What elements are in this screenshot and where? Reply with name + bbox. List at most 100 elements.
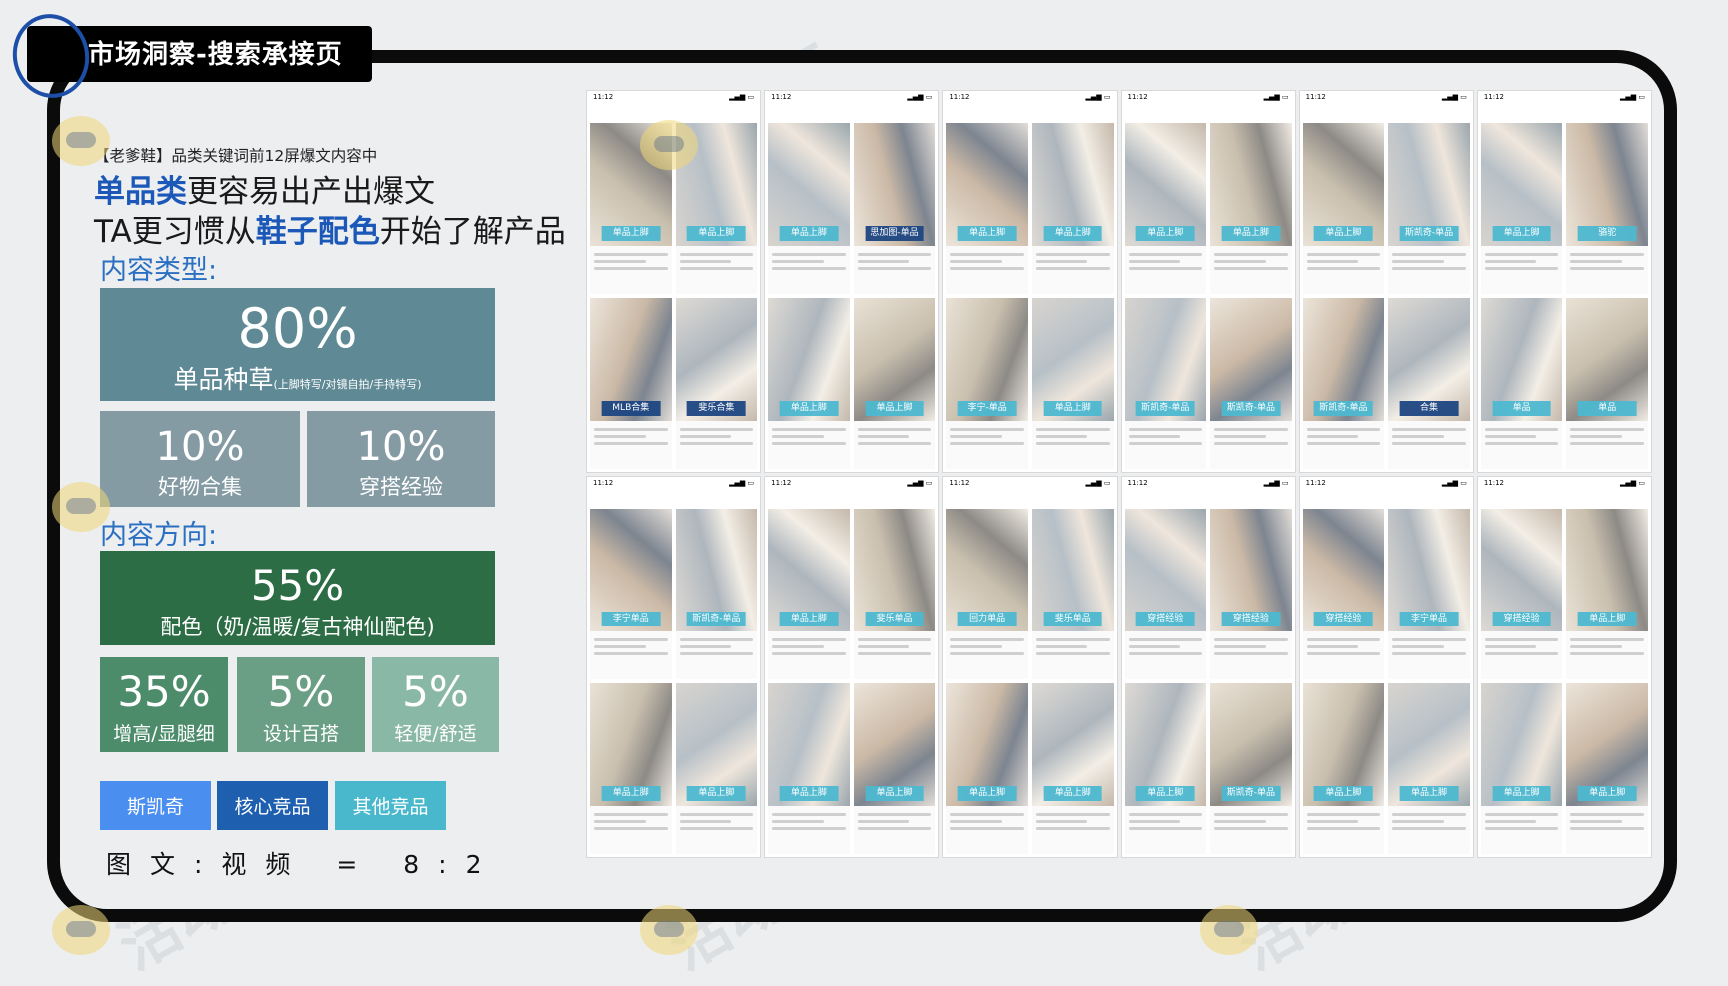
- note-card[interactable]: 单品上脚: [946, 123, 1028, 294]
- stat-percent: 80%: [237, 297, 358, 360]
- status-bar: 11:12 ▂▄▆ ▭: [1122, 91, 1295, 105]
- note-card[interactable]: 单品上脚: [1031, 683, 1114, 854]
- note-card[interactable]: 斯凯奇-单品: [1124, 297, 1207, 469]
- note-card[interactable]: 单品上脚: [590, 123, 672, 294]
- filter-tabs: [943, 105, 1116, 119]
- content-tag: 单品上脚: [957, 786, 1017, 802]
- note-card[interactable]: 斯凯奇-单品: [1388, 123, 1470, 294]
- note-card[interactable]: 单品上脚: [590, 683, 672, 854]
- content-tag: 单品上脚: [779, 611, 839, 627]
- note-feed: 单品上脚 斯凯奇-单品 斯凯奇-单品 合集: [1302, 123, 1470, 469]
- note-card[interactable]: 单品上脚: [1302, 123, 1385, 294]
- filter-tabs: [943, 491, 1116, 505]
- content-tag: 单品上脚: [601, 786, 661, 802]
- note-card[interactable]: 斯凯奇-单品: [1210, 683, 1292, 854]
- content-tag: 斯凯奇-单品: [1221, 400, 1281, 416]
- note-card[interactable]: 单品上脚: [1124, 683, 1207, 854]
- note-card[interactable]: 单品: [1480, 297, 1563, 469]
- content-tag: 单品上脚: [686, 786, 746, 802]
- note-card[interactable]: 单品: [1566, 297, 1648, 469]
- note-card[interactable]: 单品上脚: [768, 683, 850, 854]
- note-text-placeholder: [1392, 427, 1466, 449]
- note-card[interactable]: 单品上脚: [946, 683, 1028, 854]
- core-competitor-button[interactable]: 核心竞品: [217, 781, 328, 830]
- note-card[interactable]: 合集: [1388, 297, 1470, 469]
- stat-card-height: 35% 增高/显腿细: [100, 657, 228, 752]
- note-card[interactable]: 单品上脚: [1480, 123, 1563, 294]
- content-tag: 李宁-单品: [957, 400, 1017, 416]
- note-card[interactable]: 单品上脚: [853, 297, 936, 469]
- note-text-placeholder: [1214, 813, 1288, 834]
- phone-screenshot: 11:12 ▂▄▆ ▭ 单品上脚 斐乐单品 单品上脚 单品上脚: [764, 475, 940, 858]
- skechers-button[interactable]: 斯凯奇: [100, 781, 211, 830]
- note-text-placeholder: [1306, 638, 1381, 659]
- filter-tabs: [1300, 491, 1473, 505]
- note-card[interactable]: 穿搭经验: [1480, 508, 1563, 680]
- note-card[interactable]: 斯凯奇-单品: [675, 508, 758, 680]
- note-card[interactable]: 单品上脚: [1031, 297, 1114, 469]
- status-time: 11:12: [949, 93, 970, 101]
- note-card[interactable]: 单品上脚: [1124, 123, 1207, 294]
- content-tag: 斐乐单品: [865, 611, 924, 627]
- note-card[interactable]: 斯凯奇-单品: [1302, 297, 1385, 469]
- note-card[interactable]: 穿搭经验: [1302, 508, 1385, 680]
- note-feed: 回力单品 斐乐单品 单品上脚 单品上脚: [946, 508, 1114, 854]
- note-card[interactable]: 单品上脚: [853, 683, 936, 854]
- note-card[interactable]: 斐乐单品: [1031, 508, 1114, 680]
- note-card[interactable]: 穿搭经验: [1210, 508, 1292, 680]
- note-text-placeholder: [772, 427, 846, 449]
- stat-percent: 5%: [402, 667, 469, 716]
- content-tag: 单品上脚: [865, 400, 924, 416]
- status-bar: 11:12 ▂▄▆ ▭: [765, 91, 938, 105]
- content-tag: 单品上脚: [1399, 786, 1459, 802]
- note-text-placeholder: [1306, 427, 1381, 449]
- note-card[interactable]: 单品上脚: [1031, 123, 1114, 294]
- note-text-placeholder: [1035, 252, 1110, 274]
- note-card[interactable]: 李宁单品: [1388, 508, 1470, 680]
- headline-text: 开始了解产品: [379, 214, 566, 250]
- note-card[interactable]: 骆驼: [1566, 123, 1648, 294]
- note-feed: 李宁单品 斯凯奇-单品单品上脚 单品上脚: [590, 508, 758, 854]
- note-card[interactable]: 单品上脚: [768, 508, 850, 680]
- note-card[interactable]: 穿搭经验: [1124, 508, 1207, 680]
- note-card[interactable]: 单品上脚: [768, 123, 850, 294]
- note-card[interactable]: 李宁-单品: [946, 297, 1028, 469]
- note-card[interactable]: 思加图-单品: [853, 123, 936, 294]
- note-card[interactable]: 斐乐合集: [675, 297, 758, 469]
- content-tag: 斯凯奇-单品: [1314, 400, 1373, 416]
- note-card[interactable]: 单品上脚: [1566, 683, 1648, 854]
- note-card[interactable]: 斐乐单品: [853, 508, 936, 680]
- phone-screenshot: 11:12 ▂▄▆ ▭ 穿搭经验 穿搭经验 单品上脚 斯凯奇-单品: [1120, 475, 1296, 858]
- headline-text: TA更习惯从: [94, 214, 256, 250]
- note-card[interactable]: 李宁单品: [590, 508, 672, 680]
- note-text-placeholder: [1128, 427, 1203, 449]
- content-tag: 骆驼: [1577, 226, 1637, 241]
- note-card[interactable]: 单品上脚: [675, 123, 758, 294]
- status-bar: 11:12 ▂▄▆ ▭: [1122, 477, 1295, 491]
- note-card[interactable]: 斯凯奇-单品: [1210, 297, 1292, 469]
- note-card[interactable]: 回力单品: [946, 508, 1028, 680]
- stat-label: 配色（奶/温暖/复古神仙配色): [160, 615, 435, 639]
- content-type-label: 内容类型:: [100, 255, 218, 286]
- note-card[interactable]: MLB合集: [590, 297, 672, 469]
- note-feed: 穿搭经验 李宁单品 单品上脚 单品上脚: [1302, 508, 1470, 854]
- status-bar: 11:12 ▂▄▆ ▭: [1300, 91, 1473, 105]
- note-feed: 穿搭经验 单品上脚 单品上脚 单品上脚: [1480, 508, 1648, 854]
- note-card[interactable]: 单品上脚: [1388, 683, 1470, 854]
- note-card[interactable]: 单品上脚: [1566, 508, 1648, 680]
- stat-label: 穿搭经验: [359, 475, 443, 499]
- note-card[interactable]: 单品上脚: [1302, 683, 1385, 854]
- note-card[interactable]: 单品上脚: [768, 297, 850, 469]
- headline-text: 更容易出产出爆文: [187, 174, 435, 210]
- note-text-placeholder: [950, 638, 1024, 659]
- content-tag: 单品上脚: [1043, 226, 1103, 241]
- stat-percent: 10%: [155, 424, 245, 470]
- stat-card-design: 5% 设计百搭: [237, 657, 365, 752]
- signal-battery-icon: ▂▄▆ ▭: [1441, 93, 1467, 101]
- signal-battery-icon: ▂▄▆ ▭: [1441, 478, 1467, 487]
- note-card[interactable]: 单品上脚: [1210, 123, 1292, 294]
- stat-percent: 55%: [250, 561, 345, 610]
- note-card[interactable]: 单品上脚: [675, 683, 758, 854]
- other-competitor-button[interactable]: 其他竞品: [335, 781, 446, 830]
- note-card[interactable]: 单品上脚: [1480, 683, 1563, 854]
